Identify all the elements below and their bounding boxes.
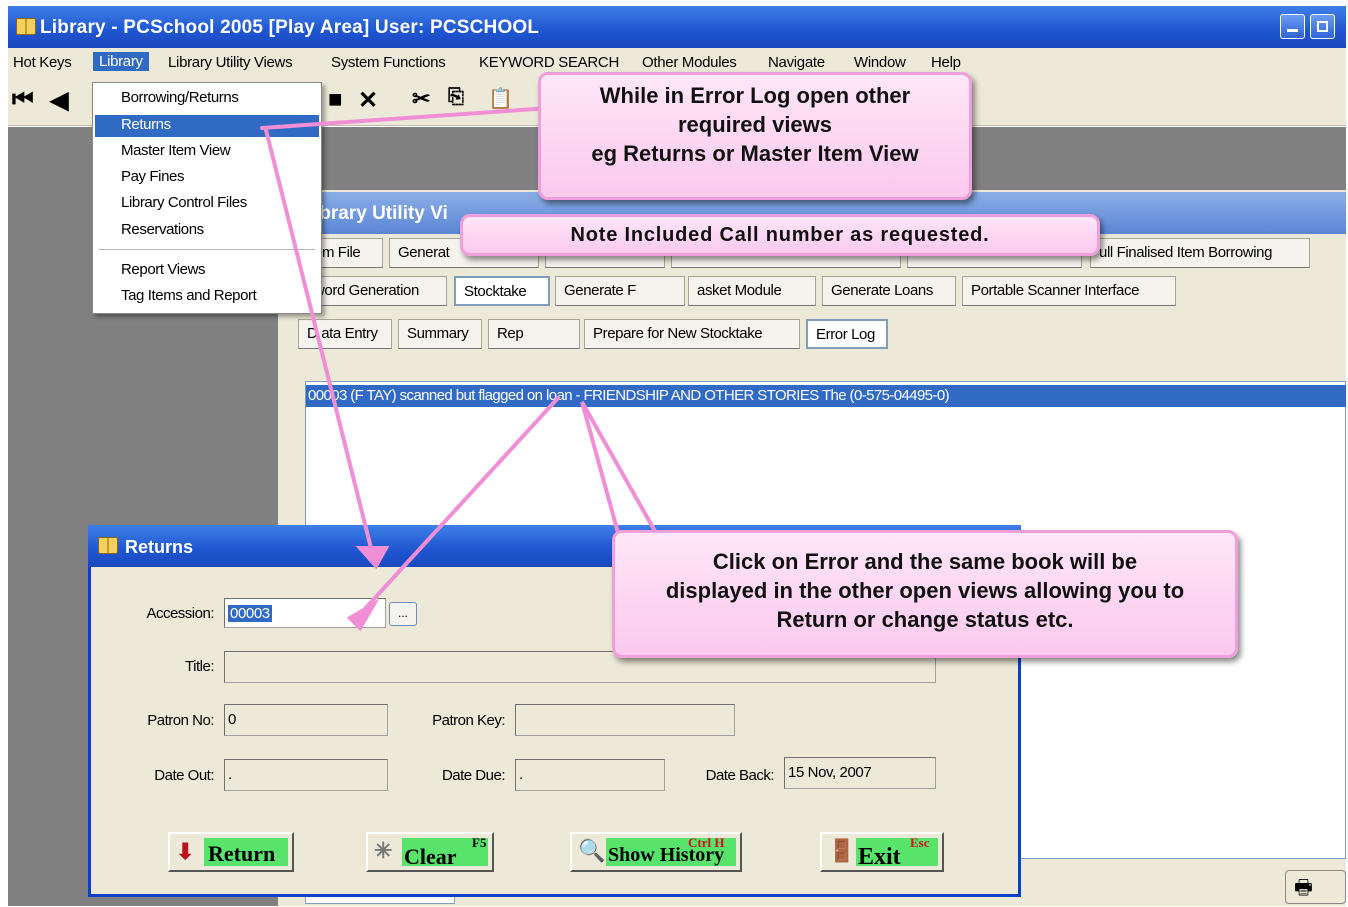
arrow-to-returns-menu bbox=[260, 106, 552, 130]
callout-line: While in Error Log open other bbox=[599, 83, 911, 108]
callout-pointer bbox=[580, 401, 664, 542]
arrow-head-accession bbox=[346, 598, 380, 632]
callout-line: Click on Error and the same book will be bbox=[712, 549, 1138, 574]
callout-error-log-views: While in Error Log open other required v… bbox=[538, 72, 972, 200]
callout-click-on-error: Click on Error and the same book will be… bbox=[612, 530, 1238, 658]
arrow-to-accession bbox=[360, 396, 560, 614]
callout-line: required views bbox=[677, 112, 833, 137]
callout-line: displayed in the other open views allowi… bbox=[665, 578, 1185, 603]
callout-line: eg Returns or Master Item View bbox=[591, 141, 919, 166]
callout-call-number-note: Note Included Call number as requested. bbox=[460, 214, 1100, 256]
arrow-head-dialog bbox=[355, 546, 390, 570]
callout-line: Return or change status etc. bbox=[776, 607, 1074, 632]
arrow-to-returns-dialog bbox=[264, 128, 374, 554]
